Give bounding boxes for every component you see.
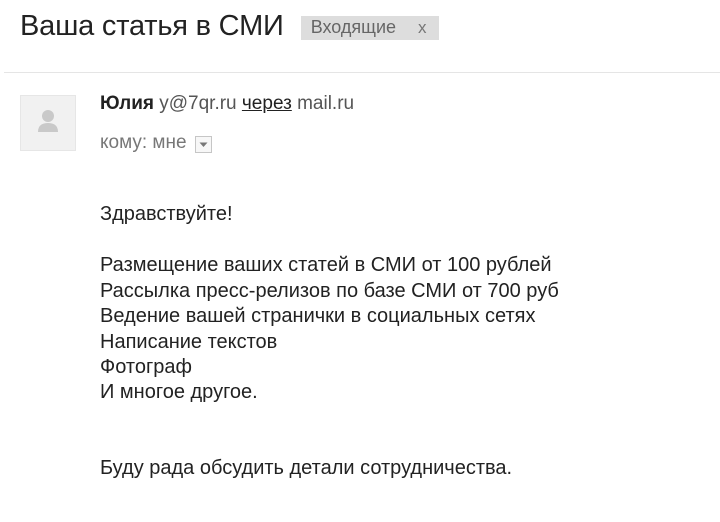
message-line: Ведение вашей странички в социальных сет… [100,305,536,328]
message-greeting: Здравствуйте! [100,203,233,225]
message-line: Рассылка пресс-релизов по базе СМИ от 70… [100,279,559,302]
person-icon [38,110,58,132]
header-divider [4,72,720,73]
message-line: Написание текстов [100,330,278,353]
message-body: Здравствуйте! Размещение ваших статей в … [100,202,559,481]
message-line: Фотограф [100,356,192,379]
message-line: Размещение ваших статей в СМИ от 100 руб… [100,254,552,277]
recipient-details-button[interactable] [194,136,212,153]
message-line: И многое другое. [100,381,258,404]
chevron-down-icon [199,142,208,147]
label-chip-inbox[interactable]: Входящие x [300,15,439,40]
recipient-label: кому: мне [100,132,187,153]
remove-label-button[interactable]: x [418,18,427,38]
message-closing: Буду рада обсудить детали сотрудничества… [100,456,513,479]
sender-name[interactable]: Юлия [100,93,154,114]
sender-avatar[interactable] [20,95,76,151]
email-header: Ваша статья в СМИ Входящие x [20,10,439,43]
email-subject: Ваша статья в СМИ [20,10,284,42]
sender-email: y@7qr.ru [159,93,237,114]
via-domain: mail.ru [297,93,355,114]
via-link[interactable]: через [242,93,292,114]
sender-line: Юлия y@7qr.ru через mail.ru [100,93,354,115]
label-name: Входящие [310,17,397,37]
recipient-line: кому: мне [100,132,212,154]
